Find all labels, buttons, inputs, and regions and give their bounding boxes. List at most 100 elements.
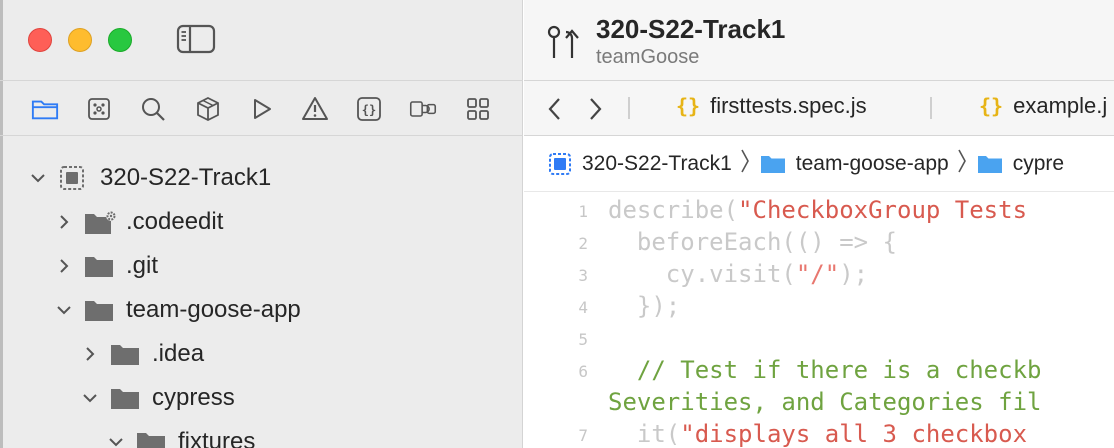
code-line: 5 [524, 322, 1114, 354]
tab-label: example.j [1013, 93, 1108, 118]
code-token: cy.visit( [608, 260, 796, 288]
line-number: 4 [578, 298, 588, 317]
line-number: 1 [578, 202, 588, 221]
tree-item-git[interactable]: .git [54, 244, 158, 288]
breadcrumb-item-project[interactable]: 320-S22-Track1 [548, 152, 732, 176]
folder-icon [110, 386, 140, 410]
line-number: 7 [578, 426, 588, 445]
tab-label: firsttests.spec.js [710, 93, 867, 118]
breadcrumb-label: cypre [1012, 152, 1065, 175]
minimize-window-button[interactable] [68, 28, 92, 52]
folder-icon [110, 342, 140, 366]
folder-icon [84, 298, 114, 322]
tree-item-label: fixtures [178, 428, 256, 448]
breadcrumb-item-cypress[interactable]: cypre [977, 152, 1064, 176]
folder-icon [136, 430, 166, 448]
js-file-icon: {} [979, 94, 1004, 118]
tab-example[interactable]: {} example.j [979, 93, 1107, 119]
folder-gear-icon [84, 210, 116, 234]
breadcrumb-item-team-goose-app[interactable]: team-goose-app [760, 152, 949, 176]
window-edge [0, 0, 3, 448]
folder-icon [760, 154, 786, 174]
comment-text: // Test if there is a checkb [608, 356, 1042, 384]
code-token: it( [608, 420, 681, 448]
tree-item-team-goose-app[interactable]: team-goose-app [54, 288, 301, 332]
tab-firsttests-spec[interactable]: {} firsttests.spec.js [676, 93, 867, 119]
breadcrumb-label: team-goose-app [795, 152, 949, 175]
forward-arrow-icon[interactable] [586, 95, 606, 123]
plugin-icon[interactable] [409, 95, 437, 123]
breadcrumb: 320-S22-Track1 team-goose-app cypre [524, 137, 1114, 192]
chevron-right-icon [957, 148, 967, 180]
comment-text: Severities, and Categories fil [608, 388, 1042, 416]
chevron-down-icon[interactable] [80, 388, 100, 408]
code-line: 1 describe("CheckboxGroup Tests [524, 194, 1114, 226]
tree-item-label: .idea [152, 340, 205, 367]
code-text: }); [608, 292, 681, 320]
tree-item-cypress[interactable]: cypress [80, 376, 235, 420]
chevron-right-icon [740, 148, 750, 180]
tab-divider [628, 97, 630, 119]
code-text: cy.visit("/"); [608, 260, 868, 288]
project-icon [58, 164, 86, 192]
editor-area: 320-S22-Track1 teamGoose {} firsttests.s… [524, 0, 1114, 448]
sidebar-toggle-icon[interactable] [176, 24, 216, 54]
warning-icon[interactable] [301, 95, 329, 123]
string-token: "displays all 3 checkbox [680, 420, 1028, 448]
cube-icon[interactable] [194, 95, 222, 123]
editor-tab-bar: {} firsttests.spec.js {} example.j [524, 80, 1114, 136]
svg-text:{}: {} [362, 103, 376, 117]
tree-item-label: cypress [152, 384, 235, 411]
project-title: 320-S22-Track1 [596, 14, 786, 44]
string-token: "CheckboxGroup Tests [738, 196, 1028, 224]
project-navigator-folder-icon[interactable] [31, 95, 59, 123]
project-subtitle: teamGoose [596, 46, 700, 68]
chevron-down-icon[interactable] [28, 168, 48, 188]
tree-item-label: team-goose-app [126, 296, 301, 323]
code-editor[interactable]: 1 describe("CheckboxGroup Tests 2 before… [524, 192, 1114, 448]
line-number: 3 [578, 266, 588, 285]
tree-item-fixtures[interactable]: fixtures [106, 420, 255, 448]
grid-icon[interactable] [464, 95, 492, 123]
back-arrow-icon[interactable] [544, 95, 564, 123]
code-token: ); [839, 260, 869, 288]
chevron-down-icon[interactable] [106, 432, 126, 448]
string-token: "/" [795, 260, 840, 288]
branch-icon[interactable] [546, 24, 582, 60]
code-line: 2 beforeEach(() => { [524, 226, 1114, 258]
tab-divider [930, 97, 932, 119]
tree-item-label: 320-S22-Track1 [100, 164, 272, 191]
braces-icon[interactable]: {} [355, 95, 383, 123]
chevron-right-icon[interactable] [54, 212, 74, 232]
tree-item-idea[interactable]: .idea [80, 332, 204, 376]
tree-item-label: .git [126, 252, 159, 279]
folder-icon [84, 254, 114, 278]
code-line: 4 }); [524, 290, 1114, 322]
line-number: 6 [578, 362, 588, 381]
tree-item-codeedit[interactable]: .codeedit [54, 200, 223, 244]
play-icon[interactable] [248, 95, 276, 123]
code-text: describe("CheckboxGroup Tests [608, 196, 1027, 224]
line-number: 2 [578, 234, 588, 253]
folder-icon [977, 154, 1003, 174]
chevron-down-icon[interactable] [54, 300, 74, 320]
line-number: 5 [578, 330, 588, 349]
code-text: beforeEach(() => { [608, 228, 897, 256]
tree-item-project[interactable]: 320-S22-Track1 [28, 156, 271, 200]
code-line: Severities, and Categories fil [524, 386, 1114, 418]
window-controls [28, 28, 132, 52]
tree-item-label: .codeedit [126, 208, 224, 235]
code-token: describe( [608, 196, 739, 224]
breadcrumb-label: 320-S22-Track1 [582, 152, 732, 175]
source-control-icon[interactable] [85, 95, 113, 123]
code-line: 6 // Test if there is a checkb [524, 354, 1114, 386]
navigator-tab-bar: {} [0, 80, 523, 136]
chevron-right-icon[interactable] [80, 344, 100, 364]
zoom-window-button[interactable] [108, 28, 132, 52]
close-window-button[interactable] [28, 28, 52, 52]
code-line: 3 cy.visit("/"); [524, 258, 1114, 290]
search-icon[interactable] [139, 95, 167, 123]
project-icon [548, 152, 572, 176]
js-file-icon: {} [676, 94, 701, 118]
chevron-right-icon[interactable] [54, 256, 74, 276]
